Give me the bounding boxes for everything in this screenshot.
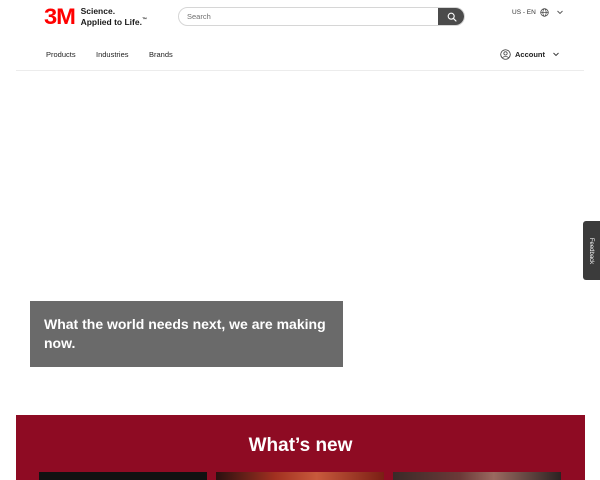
chevron-down-icon — [553, 52, 559, 57]
hero-banner: What the world needs next, we are making… — [30, 301, 343, 367]
nav-item-industries[interactable]: Industries — [96, 50, 129, 59]
tagline-line-2-text: Applied to Life. — [80, 16, 142, 27]
search-icon — [447, 12, 457, 22]
news-card-2[interactable] — [216, 472, 384, 480]
nav-item-products[interactable]: Products — [46, 50, 76, 59]
logo-tagline: Science. Applied to Life.™ — [80, 5, 147, 28]
whats-new-section: What’s new — [16, 415, 585, 480]
feedback-tab[interactable]: Feedback — [583, 221, 600, 280]
account-menu[interactable]: Account — [500, 47, 560, 61]
account-label: Account — [515, 49, 545, 59]
search-input[interactable] — [179, 8, 439, 25]
search-bar — [178, 7, 465, 26]
user-circle-icon — [500, 48, 511, 60]
hero-headline: What the world needs next, we are making… — [44, 316, 326, 351]
logo-mark: 3M — [44, 4, 76, 29]
trademark-symbol: ™ — [141, 17, 147, 24]
search-button[interactable] — [438, 8, 464, 25]
locale-selector[interactable]: US - EN — [512, 6, 564, 18]
tagline-line-2: Applied to Life.™ — [81, 16, 147, 27]
header: 3M Science. Applied to Life.™ US - EN — [0, 0, 600, 34]
locale-label: US - EN — [512, 8, 536, 16]
nav-item-brands[interactable]: Brands — [149, 50, 173, 59]
page: 3M Science. Applied to Life.™ US - EN — [0, 0, 600, 480]
news-card-1[interactable] — [39, 472, 207, 480]
news-card-3[interactable] — [393, 472, 561, 480]
chevron-down-icon — [557, 10, 563, 15]
globe-icon — [540, 7, 549, 17]
3m-logo[interactable]: 3M Science. Applied to Life.™ — [44, 6, 147, 28]
whats-new-title: What’s new — [248, 435, 353, 456]
feedback-label: Feedback — [588, 237, 595, 264]
tagline-line-1: Science. — [80, 5, 116, 16]
primary-nav: Products Industries Brands Account — [0, 40, 600, 70]
